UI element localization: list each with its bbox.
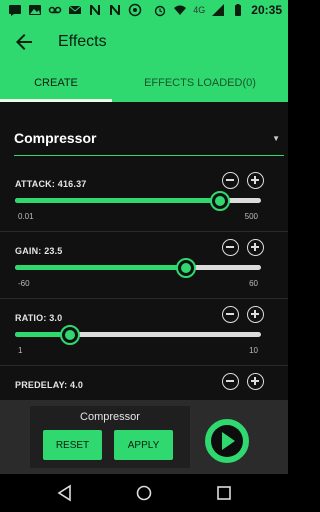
- increase-icon[interactable]: [247, 306, 264, 323]
- clock: 20:35: [251, 3, 282, 17]
- page-title: Effects: [58, 33, 107, 50]
- slider-min: 1: [18, 346, 23, 355]
- slider-thumb[interactable]: [176, 258, 197, 278]
- slider-fill: [15, 198, 220, 203]
- decrease-icon[interactable]: [222, 306, 239, 323]
- play-icon: [211, 425, 243, 457]
- decrease-icon[interactable]: [222, 172, 239, 189]
- back-arrow-icon[interactable]: [12, 30, 36, 54]
- slider-min: -60: [18, 279, 30, 288]
- app-bar: Effects: [0, 22, 288, 64]
- increase-icon[interactable]: [247, 373, 264, 390]
- alarm-icon: [155, 5, 166, 17]
- apply-button[interactable]: APPLY: [114, 430, 173, 460]
- play-button[interactable]: [205, 419, 249, 463]
- effect-dropdown[interactable]: Compressor ▼: [14, 126, 284, 156]
- effect-editor: Compressor ▼ ATTACK: 416.37 0.01 500 GAI…: [0, 102, 288, 400]
- battery-icon: [235, 4, 242, 16]
- effect-card-name: Compressor: [80, 411, 140, 423]
- home-icon[interactable]: [135, 484, 153, 502]
- signal-icon: [212, 4, 225, 16]
- dropdown-arrow-icon: ▼: [272, 134, 280, 143]
- wifi-icon: [174, 5, 187, 15]
- slider-thumb[interactable]: [209, 191, 230, 211]
- effect-card: Compressor RESET APPLY: [30, 406, 190, 468]
- increase-icon[interactable]: [247, 239, 264, 256]
- decrease-icon[interactable]: [222, 239, 239, 256]
- notification-icon: [128, 3, 142, 17]
- param-attack: ATTACK: 416.37 0.01 500: [0, 172, 288, 232]
- slider-max: 10: [249, 346, 258, 355]
- gain-slider[interactable]: [15, 258, 261, 278]
- slider-thumb[interactable]: [59, 325, 80, 345]
- message-icon: [9, 5, 21, 16]
- mail-icon: [68, 5, 82, 14]
- status-bar: 4G 20:35: [0, 0, 288, 22]
- back-icon[interactable]: [56, 484, 74, 502]
- tab-bar: CREATE EFFECTS LOADED(0): [0, 64, 288, 102]
- increase-icon[interactable]: [247, 172, 264, 189]
- voicemail-icon: [48, 6, 62, 14]
- slider-min: 0.01: [18, 212, 34, 221]
- tab-create[interactable]: CREATE: [0, 64, 112, 102]
- param-label: RATIO: 3.0: [15, 313, 63, 323]
- slider-max: 60: [249, 279, 258, 288]
- n-app-icon: [90, 5, 100, 15]
- param-ratio: RATIO: 3.0 1 10: [0, 306, 288, 366]
- navigation-bar: [0, 474, 288, 512]
- n-app-icon: [110, 5, 120, 15]
- slider-max: 500: [244, 212, 258, 221]
- decrease-icon[interactable]: [222, 373, 239, 390]
- reset-button[interactable]: RESET: [43, 430, 102, 460]
- param-label: GAIN: 23.5: [15, 246, 63, 256]
- param-predelay: PREDELAY: 4.0: [0, 373, 288, 400]
- image-icon: [29, 5, 41, 15]
- param-label: ATTACK: 416.37: [15, 179, 87, 189]
- attack-slider[interactable]: [15, 191, 261, 211]
- slider-fill: [15, 265, 187, 270]
- ratio-slider[interactable]: [15, 325, 261, 345]
- param-gain: GAIN: 23.5 -60 60: [0, 239, 288, 299]
- effect-dropdown-value: Compressor: [14, 130, 97, 146]
- param-label: PREDELAY: 4.0: [15, 380, 84, 390]
- tab-effects-loaded[interactable]: EFFECTS LOADED(0): [112, 64, 288, 102]
- network-type: 4G: [193, 5, 206, 15]
- recents-icon[interactable]: [215, 484, 233, 502]
